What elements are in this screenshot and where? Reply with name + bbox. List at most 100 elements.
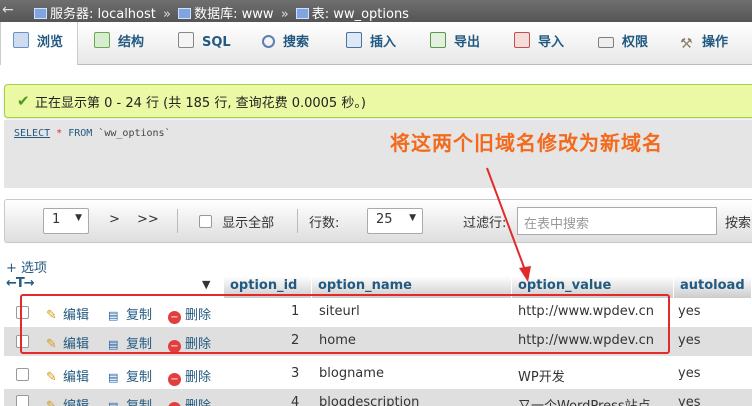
breadcrumb-database[interactable]: 数据库: www bbox=[194, 7, 273, 22]
breadcrumb-server[interactable]: 服务器: localhost bbox=[50, 7, 156, 22]
breadcrumb-separator: » bbox=[280, 7, 289, 22]
copy-label: 复制 bbox=[126, 399, 152, 406]
row-checkbox[interactable] bbox=[16, 368, 29, 381]
rows-select-value: 25 bbox=[376, 212, 393, 227]
delete-icon: − bbox=[168, 402, 181, 406]
sql-star: * bbox=[56, 128, 63, 139]
filter-label: 过滤行: bbox=[463, 216, 507, 231]
tab-label: 结构 bbox=[118, 35, 145, 50]
edit-label: 编辑 bbox=[63, 370, 90, 385]
checkmark-icon: ✔ bbox=[17, 92, 30, 110]
options-link[interactable]: + 选项 bbox=[6, 257, 47, 276]
wrench-icon: ⚒ bbox=[680, 36, 693, 52]
main-tabs: 浏览 结构 SQL 搜索 插入 导出 导入 权限 ⚒ 操作 bbox=[0, 22, 752, 65]
highlight-box bbox=[20, 294, 670, 354]
back-arrow-icon[interactable]: ← bbox=[2, 2, 14, 18]
show-all-toggle[interactable]: 显示全部 bbox=[199, 212, 274, 231]
breadcrumb: ← 服务器: localhost » 数据库: www » 表: ww_opti… bbox=[0, 0, 752, 22]
insert-icon bbox=[346, 32, 362, 48]
sort-by-key-label: 按索 bbox=[725, 216, 752, 231]
breadcrumb-separator: » bbox=[163, 7, 171, 22]
rows-per-page-select[interactable]: 25 ▼ bbox=[367, 208, 423, 234]
copy-icon: ▤ bbox=[108, 400, 122, 406]
tab-label: 导出 bbox=[454, 35, 481, 50]
filter-rows-input[interactable]: 在表中搜索 bbox=[517, 207, 717, 235]
cell-autoload[interactable]: yes bbox=[678, 395, 700, 406]
copy-icon: ▤ bbox=[108, 371, 119, 384]
table-row: ✎编辑 ▤ 复制 −删除 4 blogdescription 又一个WordPre… bbox=[4, 389, 752, 406]
chevron-down-icon: ▼ bbox=[409, 213, 416, 223]
cell-option-id: 4 bbox=[291, 395, 300, 406]
tab-structure[interactable]: 结构 bbox=[94, 22, 144, 64]
table-row: ✎ 编辑 ▤ 复制 − 删除 3 blogname WP开发 yes bbox=[4, 360, 752, 389]
tab-label: 操作 bbox=[702, 35, 729, 50]
delete-link[interactable]: −删除 bbox=[168, 366, 211, 386]
cell-option-id: 3 bbox=[291, 366, 300, 381]
show-all-checkbox[interactable] bbox=[199, 215, 212, 228]
chevron-down-icon: ▼ bbox=[75, 213, 82, 223]
browse-icon bbox=[13, 32, 29, 48]
sort-arrow-icon[interactable]: ▼ bbox=[202, 278, 210, 291]
tab-insert[interactable]: 插入 bbox=[346, 22, 396, 64]
cell-option-value[interactable]: WP开发 bbox=[518, 366, 565, 385]
column-header-autoload[interactable]: autoload bbox=[674, 276, 752, 298]
tab-label: SQL bbox=[202, 35, 231, 50]
row-checkbox[interactable] bbox=[16, 395, 29, 406]
tab-export[interactable]: 导出 bbox=[430, 22, 480, 64]
column-nav-arrows[interactable]: ←T→ bbox=[6, 276, 35, 291]
last-page-button[interactable]: >> bbox=[137, 212, 159, 227]
tab-import[interactable]: 导入 bbox=[514, 22, 564, 64]
sql-keyword-select[interactable]: SELECT bbox=[14, 128, 50, 139]
edit-link[interactable]: ✎编辑 bbox=[46, 395, 89, 406]
table-icon bbox=[295, 8, 309, 19]
edit-link[interactable]: ✎ 编辑 bbox=[46, 366, 89, 385]
copy-link[interactable]: ▤ 复制 bbox=[108, 395, 152, 406]
cell-autoload[interactable]: yes bbox=[678, 366, 700, 381]
server-icon bbox=[34, 8, 47, 19]
delete-icon: − bbox=[168, 373, 181, 386]
pencil-icon: ✎ bbox=[46, 370, 57, 385]
delete-link[interactable]: −删除 bbox=[168, 395, 211, 406]
cell-option-name[interactable]: blogname bbox=[319, 366, 384, 381]
edit-label: 编辑 bbox=[63, 399, 89, 406]
delete-label: 删除 bbox=[185, 399, 211, 406]
search-icon bbox=[262, 35, 275, 48]
tab-label: 导入 bbox=[538, 35, 565, 50]
tab-browse[interactable]: 浏览 bbox=[0, 22, 78, 65]
tab-label: 搜索 bbox=[283, 35, 310, 50]
page-select[interactable]: 1 ▼ bbox=[43, 208, 89, 234]
database-icon bbox=[178, 8, 192, 19]
page-select-value: 1 bbox=[52, 212, 61, 227]
divider bbox=[297, 209, 298, 233]
divider bbox=[177, 209, 178, 233]
tab-search[interactable]: 搜索 bbox=[262, 22, 309, 64]
tab-label: 权限 bbox=[622, 35, 649, 50]
tab-sql[interactable]: SQL bbox=[178, 22, 231, 64]
import-icon bbox=[514, 32, 530, 48]
breadcrumb-table[interactable]: 表: ww_options bbox=[312, 7, 409, 22]
cell-option-value[interactable]: 又一个WordPress站点 bbox=[518, 395, 651, 406]
sql-keyword-from: FROM bbox=[68, 128, 93, 139]
tab-privileges[interactable]: 权限 bbox=[598, 22, 648, 64]
copy-link[interactable]: ▤ 复制 bbox=[108, 366, 152, 385]
next-page-button[interactable]: > bbox=[109, 212, 120, 227]
structure-icon bbox=[94, 32, 110, 48]
cell-option-name[interactable]: blogdescription bbox=[319, 395, 419, 406]
show-all-label: 显示全部 bbox=[222, 216, 275, 231]
pencil-icon: ✎ bbox=[46, 399, 60, 406]
delete-label: 删除 bbox=[185, 370, 212, 385]
cell-autoload[interactable]: yes bbox=[678, 304, 700, 319]
export-icon bbox=[430, 32, 446, 48]
sql-query: SELECT * FROM `ww_options` bbox=[14, 128, 171, 139]
tab-label: 插入 bbox=[370, 35, 397, 50]
pagination-bar: 1 ▼ > >> 显示全部 行数: 25 ▼ 过滤行: 在表中搜索 按索 bbox=[4, 199, 752, 243]
sql-icon bbox=[178, 32, 194, 48]
success-message: ✔ 正在显示第 0 - 24 行 (共 185 行, 查询花费 0.0005 秒… bbox=[4, 84, 752, 118]
tab-operations[interactable]: ⚒ 操作 bbox=[680, 22, 728, 64]
copy-label: 复制 bbox=[126, 370, 153, 385]
privileges-icon bbox=[598, 37, 614, 48]
success-text: 正在显示第 0 - 24 行 (共 185 行, 查询花费 0.0005 秒。) bbox=[35, 96, 366, 111]
cell-autoload[interactable]: yes bbox=[678, 333, 700, 348]
filter-placeholder: 在表中搜索 bbox=[524, 217, 590, 232]
tab-label: 浏览 bbox=[37, 35, 64, 50]
